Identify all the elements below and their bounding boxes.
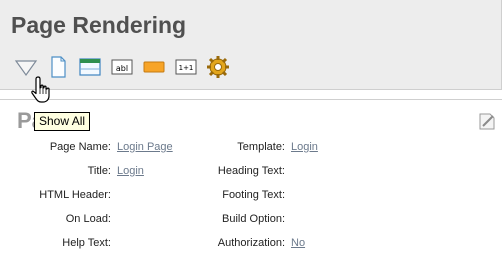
computation-icon: 1+1 (175, 59, 197, 75)
title-link[interactable]: Login (117, 164, 144, 178)
page-name-link[interactable]: Login Page (117, 140, 173, 154)
build-option-label: Build Option: (222, 213, 285, 225)
title-label: Title: (87, 165, 111, 177)
svg-text:1+1: 1+1 (179, 64, 194, 72)
svg-text:abl: abl (116, 64, 128, 73)
footing-text-label: Footing Text: (222, 189, 285, 201)
region-button[interactable] (78, 55, 102, 79)
text-item-button[interactable]: abl (110, 55, 134, 79)
authorization-label: Authorization: (217, 237, 285, 249)
page-title: Page Rendering (11, 12, 187, 38)
region-icon (79, 58, 101, 76)
template-label: Template: (237, 141, 285, 153)
page-rendering-panel: Page Rendering abl 1+1 (0, 0, 502, 90)
template-link[interactable]: Login (291, 140, 318, 154)
heading-text-label: Heading Text: (217, 165, 285, 177)
edit-page-icon[interactable] (476, 110, 498, 132)
page-name-label: Page Name: (49, 141, 111, 153)
gear-icon (207, 56, 229, 78)
process-button[interactable] (206, 55, 230, 79)
on-load-label: On Load: (65, 213, 111, 225)
button-button[interactable] (142, 55, 166, 79)
help-text-label: Help Text: (62, 237, 111, 249)
show-all-tooltip: Show All (34, 112, 91, 131)
text-item-icon: abl (111, 59, 133, 75)
html-header-label: HTML Header: (39, 189, 111, 201)
computation-button[interactable]: 1+1 (174, 55, 198, 79)
hand-cursor-icon (31, 76, 50, 103)
authorization-link[interactable]: No (291, 236, 305, 250)
button-icon (143, 61, 165, 73)
